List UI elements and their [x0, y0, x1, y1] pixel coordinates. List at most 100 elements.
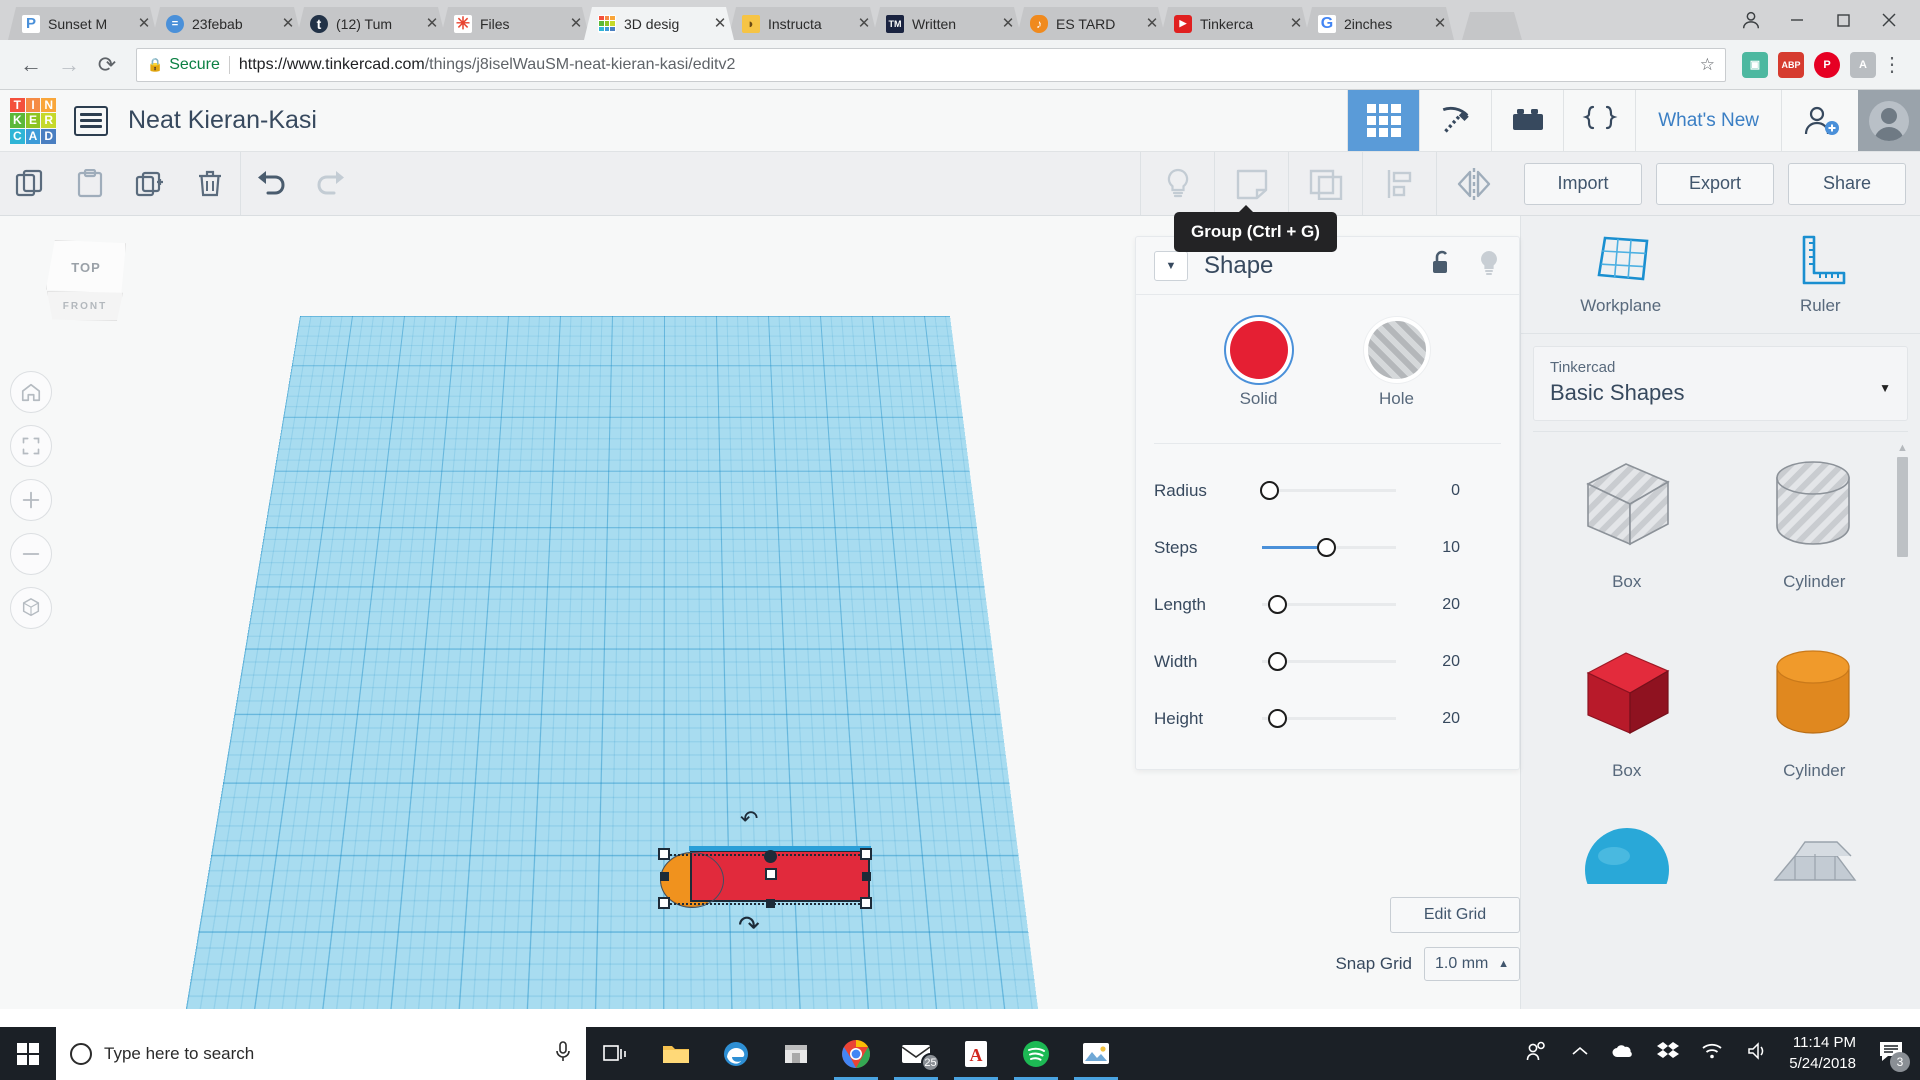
radius-slider[interactable] [1260, 481, 1396, 500]
chevron-down-icon[interactable]: ▼ [1154, 250, 1188, 281]
height-slider[interactable] [1262, 709, 1396, 728]
adblock-extension-icon[interactable]: ABP [1778, 51, 1804, 78]
width-slider[interactable] [1262, 652, 1396, 671]
workplane-grid[interactable] [158, 316, 1060, 1009]
align-button[interactable] [1362, 152, 1436, 215]
store-app[interactable] [766, 1027, 826, 1080]
ortho-perspective-button[interactable] [10, 587, 52, 629]
edge-app[interactable] [706, 1027, 766, 1080]
cylinder-solid-shape[interactable]: Cylinder [1721, 635, 1909, 807]
add-user-button[interactable] [1781, 90, 1858, 151]
tab-close-icon[interactable]: ✕ [1144, 16, 1160, 31]
action-center-button[interactable]: 3 [1878, 1039, 1910, 1072]
duplicate-button[interactable] [120, 152, 180, 215]
mirror-button[interactable] [1436, 152, 1510, 215]
fit-view-button[interactable] [10, 425, 52, 467]
width-value[interactable]: 20 [1416, 653, 1460, 671]
chrome-menu-button[interactable]: ⋮ [1876, 52, 1908, 77]
zoom-out-button[interactable] [10, 533, 52, 575]
tab-close-icon[interactable]: ✕ [1288, 16, 1304, 31]
scroll-up-arrow[interactable]: ▲ [1897, 442, 1908, 454]
browser-tab-active[interactable]: 3D desig ✕ [584, 7, 734, 40]
back-button[interactable]: ← [12, 46, 50, 84]
hint-button[interactable] [1140, 152, 1214, 215]
radius-slider-knob[interactable] [1260, 481, 1279, 500]
resize-handle-bottom[interactable] [766, 899, 775, 908]
solid-swatch[interactable] [1229, 321, 1288, 379]
browser-tab[interactable]: TM Written ✕ [872, 7, 1022, 40]
task-view-button[interactable] [586, 1027, 646, 1080]
tab-close-icon[interactable]: ✕ [856, 16, 872, 31]
tab-close-icon[interactable]: ✕ [712, 16, 728, 31]
browser-tab[interactable]: ◗ Instructa ✕ [728, 7, 878, 40]
import-button[interactable]: Import [1524, 162, 1642, 205]
address-bar[interactable]: 🔒 Secure https://www.tinkercad.com /thin… [136, 47, 1726, 82]
browser-tab[interactable]: t (12) Tum ✕ [296, 7, 446, 40]
browser-tab[interactable]: ▶ Tinkerca ✕ [1160, 7, 1310, 40]
tab-close-icon[interactable]: ✕ [280, 16, 296, 31]
steps-value[interactable]: 10 [1416, 539, 1460, 557]
unlock-icon[interactable] [1429, 249, 1455, 282]
paste-button[interactable] [60, 152, 120, 215]
chevron-up-icon[interactable] [1571, 1044, 1589, 1063]
dropbox-icon[interactable] [1657, 1041, 1680, 1066]
hole-option[interactable]: Hole [1367, 321, 1426, 409]
steps-slider-knob[interactable] [1317, 538, 1337, 557]
new-tab-button[interactable] [1462, 12, 1522, 40]
delete-button[interactable] [180, 152, 240, 215]
microphone-icon[interactable] [554, 1040, 572, 1067]
edit-grid-button[interactable]: Edit Grid [1390, 897, 1520, 933]
tab-close-icon[interactable]: ✕ [424, 16, 440, 31]
ungroup-button[interactable] [1288, 152, 1362, 215]
chrome-app[interactable] [826, 1027, 886, 1080]
workplane-tool[interactable]: Workplane [1521, 216, 1721, 333]
zoom-in-button[interactable] [10, 479, 52, 521]
browser-tab[interactable]: P Sunset M ✕ [8, 7, 158, 40]
pdf-extension-icon[interactable]: A [1850, 51, 1876, 78]
close-button[interactable] [1866, 0, 1912, 40]
view-cube-front-face[interactable]: FRONT [47, 291, 123, 321]
avatar[interactable] [1858, 90, 1920, 151]
home-view-button[interactable] [10, 371, 52, 413]
resize-handle-tl[interactable] [658, 848, 670, 860]
length-value[interactable]: 20 [1416, 596, 1460, 614]
speaker-icon[interactable] [1745, 1041, 1767, 1066]
search-input[interactable]: Type here to search [56, 1027, 586, 1080]
redo-button[interactable] [301, 152, 361, 215]
roof-shape[interactable] [1721, 824, 1909, 996]
resize-handle-br[interactable] [860, 897, 872, 909]
undo-button[interactable] [241, 152, 301, 215]
height-value[interactable]: 20 [1416, 710, 1460, 728]
clock[interactable]: 11:14 PM 5/24/2018 [1789, 1033, 1856, 1074]
windows-start-icon[interactable] [0, 1027, 56, 1080]
cloud-icon[interactable] [1611, 1042, 1635, 1065]
view-cube-top-face[interactable]: TOP [46, 240, 126, 294]
hole-swatch[interactable] [1367, 321, 1426, 379]
shape-library-dropdown[interactable]: Tinkercad Basic Shapes ▼ [1533, 346, 1908, 421]
minimize-button[interactable] [1774, 0, 1820, 40]
forward-button[interactable]: → [50, 46, 88, 84]
center-move-handle[interactable] [765, 868, 777, 880]
pinterest-extension-icon[interactable]: P [1814, 51, 1840, 78]
tab-close-icon[interactable]: ✕ [1432, 16, 1448, 31]
rotate-handle-bottom[interactable]: ↷ [738, 910, 760, 941]
export-button[interactable]: Export [1656, 162, 1774, 205]
tab-close-icon[interactable]: ✕ [136, 16, 152, 31]
maximize-button[interactable] [1820, 0, 1866, 40]
ruler-tool[interactable]: Ruler [1721, 216, 1920, 333]
box-solid-shape[interactable]: Box [1533, 635, 1721, 807]
lightbulb-icon[interactable] [1477, 249, 1501, 282]
view-cube[interactable]: TOP FRONT [38, 234, 134, 334]
browser-tab[interactable]: = 23febab ✕ [152, 7, 302, 40]
spotify-app[interactable] [1006, 1027, 1066, 1080]
wifi-icon[interactable] [1701, 1042, 1723, 1065]
snap-grid-select[interactable]: 1.0 mm ▲ [1424, 947, 1520, 981]
design-mode-button[interactable] [1347, 90, 1420, 151]
reload-button[interactable]: ⟳ [88, 46, 126, 84]
acrobat-app[interactable]: A [946, 1027, 1006, 1080]
page-title[interactable]: Neat Kieran-Kasi [128, 106, 317, 135]
share-button[interactable]: Share [1788, 162, 1906, 205]
rotate-handle-top[interactable]: ↶ [740, 806, 758, 832]
profile-icon[interactable] [1728, 0, 1774, 40]
radius-value[interactable]: 0 [1416, 482, 1460, 500]
